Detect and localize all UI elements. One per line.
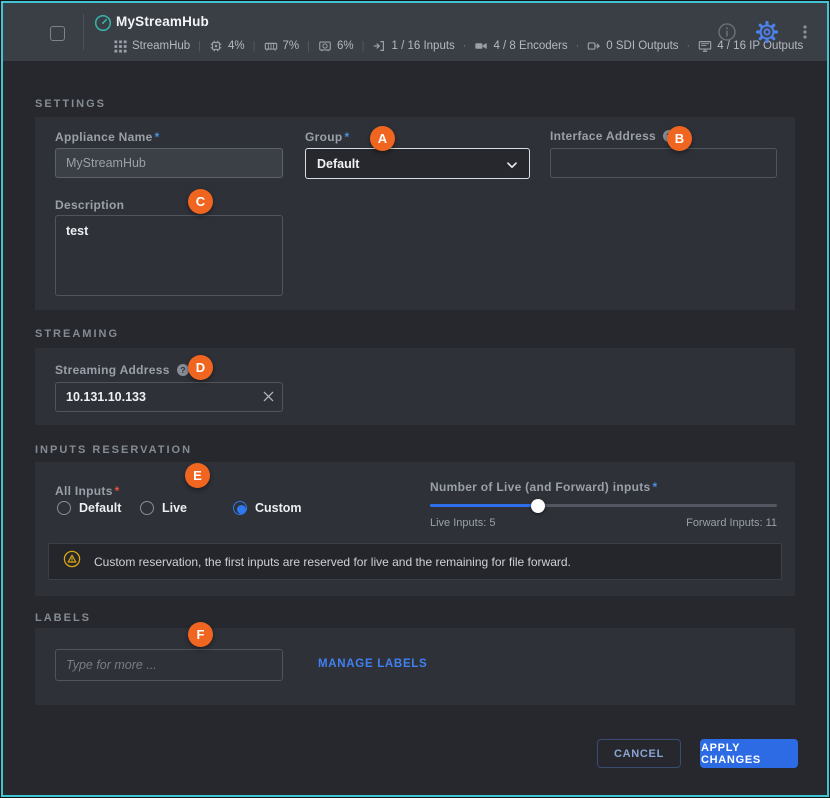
slider-fill [430, 504, 538, 507]
stat-inputs-label: 1 / 16 Inputs [391, 40, 454, 52]
stat-memory-label: 7% [283, 40, 300, 52]
header-divider [83, 14, 84, 50]
cancel-button[interactable]: CANCEL [597, 739, 681, 768]
gpu-icon [318, 39, 332, 53]
stat-encoders: 4 / 8 Encoders [474, 39, 567, 53]
encoder-camera-icon [474, 39, 488, 53]
ip-output-icon [698, 39, 712, 53]
marker-badge-f: F [188, 622, 213, 647]
slider-handle[interactable] [531, 499, 545, 513]
stat-encoders-label: 4 / 8 Encoders [493, 40, 567, 52]
labels-card: MANAGE LABELS [35, 628, 795, 705]
page-frame: MyStreamHub StreamHub | [1, 1, 829, 797]
description-textarea[interactable]: test [55, 215, 283, 296]
manage-labels-link[interactable]: MANAGE LABELS [318, 658, 427, 670]
live-forward-slider[interactable] [430, 504, 777, 507]
marker-badge-d: D [188, 355, 213, 380]
warning-icon [63, 550, 81, 573]
stat-separator: | [361, 40, 366, 52]
radio-custom[interactable]: Custom [233, 501, 302, 515]
memory-icon [264, 39, 278, 53]
select-appliance-checkbox[interactable] [50, 26, 65, 41]
interface-address-input[interactable] [550, 148, 777, 178]
appliance-name-label: Appliance Name* [55, 130, 160, 144]
description-label: Description [55, 198, 124, 212]
appliance-title: MyStreamHub [116, 14, 209, 29]
stat-separator: | [306, 40, 311, 52]
cpu-icon [209, 39, 223, 53]
stat-inputs: 1 / 16 Inputs [372, 39, 454, 53]
marker-badge-e: E [185, 463, 210, 488]
radio-live[interactable]: Live [140, 501, 187, 515]
header-actions [717, 3, 819, 61]
marker-badge-a: A [370, 126, 395, 151]
stat-gpu-label: 6% [337, 40, 354, 52]
stat-streamhub-label: StreamHub [132, 40, 190, 52]
chevron-down-icon [504, 157, 520, 173]
stat-gpu: 6% [318, 39, 354, 53]
stat-memory: 7% [264, 39, 300, 53]
stat-separator: · [686, 40, 692, 52]
grid-icon [114, 40, 127, 53]
group-label: Group* [305, 130, 349, 144]
warning-text: Custom reservation, the first inputs are… [94, 555, 571, 569]
svg-text:?: ? [180, 365, 186, 375]
all-inputs-label: All Inputs* [55, 484, 120, 498]
group-select[interactable]: Default [305, 148, 530, 179]
stat-separator: | [197, 40, 202, 52]
gear-icon[interactable] [756, 21, 778, 43]
marker-badge-c: C [188, 189, 213, 214]
streaming-section-title: STREAMING [35, 328, 119, 340]
inputs-reservation-card: All Inputs* Default Live Custom Number o… [35, 462, 795, 596]
marker-badge-b: B [667, 126, 692, 151]
appliance-settings-page: MyStreamHub StreamHub | [0, 0, 830, 798]
labels-section-title: LABELS [35, 612, 91, 624]
stat-separator: | [252, 40, 257, 52]
stat-streamhub: StreamHub [114, 40, 190, 53]
stat-separator: · [575, 40, 581, 52]
streaming-address-label: Streaming Address ? [55, 363, 190, 377]
clear-x-icon[interactable] [261, 389, 276, 409]
kebab-menu-icon[interactable] [797, 24, 813, 40]
stat-separator: · [462, 40, 468, 52]
inputs-reservation-section-title: INPUTS RESERVATION [35, 444, 192, 456]
radio-circle-icon [140, 501, 154, 515]
input-arrow-icon [372, 39, 386, 53]
live-forward-slider-label: Number of Live (and Forward) inputs* [430, 480, 658, 494]
radio-default[interactable]: Default [57, 501, 121, 515]
stat-sdi-outputs-label: 0 SDI Outputs [606, 40, 678, 52]
radio-circle-icon [233, 501, 247, 515]
streaming-card: Streaming Address ? [35, 348, 795, 425]
custom-reservation-warning: Custom reservation, the first inputs are… [48, 543, 782, 580]
stat-cpu: 4% [209, 39, 245, 53]
stat-sdi-outputs: 0 SDI Outputs [587, 39, 678, 53]
radio-circle-icon [57, 501, 71, 515]
labels-input[interactable] [55, 649, 283, 681]
forward-inputs-count: Forward Inputs: 11 [430, 517, 777, 529]
info-icon[interactable] [717, 22, 737, 42]
apply-changes-button[interactable]: APPLY CHANGES [700, 739, 798, 768]
appliance-name-input[interactable] [55, 148, 283, 178]
appliance-stats-bar: StreamHub | 4% | [114, 39, 803, 53]
group-select-value: Default [317, 157, 359, 171]
sdi-output-icon [587, 39, 601, 53]
streamhub-gauge-icon [94, 14, 112, 37]
interface-address-label: Interface Address ? [550, 129, 676, 143]
appliance-header: MyStreamHub StreamHub | [3, 3, 827, 61]
settings-section-title: SETTINGS [35, 98, 106, 110]
stat-cpu-label: 4% [228, 40, 245, 52]
streaming-address-input[interactable] [55, 382, 283, 412]
